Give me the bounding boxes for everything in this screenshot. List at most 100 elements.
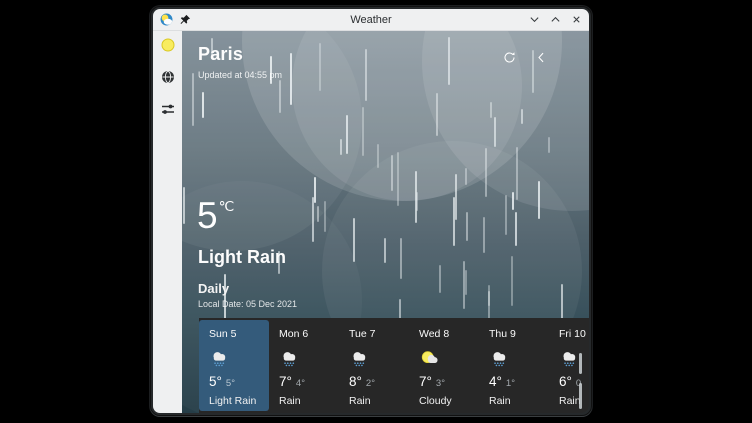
forecast-day-card[interactable]: Sun 5 5° 5° Light Rain bbox=[199, 320, 269, 411]
sidebar-item-settings[interactable] bbox=[160, 101, 176, 117]
city-name: Paris bbox=[198, 44, 243, 65]
raindrop bbox=[416, 192, 418, 211]
raindrop bbox=[365, 49, 367, 101]
raindrop bbox=[490, 102, 492, 118]
sun-cloud-icon bbox=[419, 348, 441, 370]
raindrop bbox=[453, 197, 455, 246]
forecast-day-card[interactable]: Wed 8 7° 3° Cloudy bbox=[409, 320, 479, 411]
low-temp: 5° bbox=[226, 378, 235, 389]
raindrop bbox=[505, 195, 507, 235]
raindrop bbox=[448, 37, 450, 85]
condition-label: Rain bbox=[559, 395, 589, 407]
current-temperature: 5℃ bbox=[197, 197, 233, 234]
forecast-day-card[interactable]: Tue 7 8° 2° Rain bbox=[339, 320, 409, 411]
sun-icon bbox=[161, 38, 175, 52]
weather-view: Paris Updated at 04:55 pm 5℃ bbox=[182, 31, 589, 413]
low-temp: 2° bbox=[366, 378, 375, 389]
sidebar-item-current-weather[interactable] bbox=[160, 37, 176, 53]
raindrop bbox=[465, 168, 467, 185]
raindrop bbox=[400, 238, 402, 279]
raindrop bbox=[319, 43, 321, 91]
raindrop bbox=[485, 148, 487, 197]
forecast-day-label: Sun 5 bbox=[209, 328, 269, 340]
window-title: Weather bbox=[213, 14, 529, 26]
forecast-temps: 6° 0 bbox=[559, 374, 589, 389]
raindrop bbox=[324, 201, 326, 232]
raindrop bbox=[465, 270, 467, 295]
temperature-unit: ℃ bbox=[219, 198, 235, 214]
raindrop bbox=[488, 285, 490, 306]
forecast-temps: 7° 4° bbox=[279, 374, 339, 389]
raindrop bbox=[515, 212, 517, 246]
pin-icon[interactable] bbox=[179, 14, 191, 26]
forecast-day-card[interactable]: Thu 9 4° 1° Rain bbox=[479, 320, 549, 411]
raindrop bbox=[483, 217, 485, 253]
condition-label: Cloudy bbox=[419, 395, 479, 407]
current-condition: Light Rain bbox=[198, 247, 286, 268]
weather-window: Weather bbox=[150, 6, 592, 416]
maximize-button[interactable] bbox=[549, 14, 561, 26]
raindrop bbox=[538, 181, 540, 219]
titlebar[interactable]: Weather bbox=[153, 9, 589, 31]
raindrop bbox=[439, 265, 441, 293]
raindrop bbox=[521, 109, 523, 124]
high-temp: 5° bbox=[209, 374, 222, 389]
raindrop bbox=[353, 218, 355, 262]
raindrop bbox=[377, 144, 379, 168]
rain-icon bbox=[489, 348, 511, 370]
condition-label: Light Rain bbox=[209, 395, 269, 407]
forecast-day-card[interactable]: Mon 6 7° 4° Rain bbox=[269, 320, 339, 411]
condition-label: Rain bbox=[349, 395, 409, 407]
raindrop bbox=[384, 238, 386, 263]
low-temp: 1° bbox=[506, 378, 515, 389]
forecast-temps: 4° 1° bbox=[489, 374, 549, 389]
raindrop bbox=[512, 192, 514, 210]
rain-icon bbox=[209, 348, 231, 370]
low-temp: 4° bbox=[296, 378, 305, 389]
high-temp: 6° bbox=[559, 374, 572, 389]
refresh-button[interactable] bbox=[500, 48, 518, 66]
raindrop bbox=[312, 197, 314, 242]
desktop: Weather bbox=[0, 0, 752, 423]
rain-icon bbox=[279, 348, 301, 370]
raindrop bbox=[340, 139, 342, 155]
minimize-button[interactable] bbox=[528, 14, 540, 26]
sidebar bbox=[153, 31, 182, 413]
back-button[interactable] bbox=[532, 48, 550, 66]
raindrop bbox=[466, 212, 468, 241]
raindrop bbox=[455, 174, 457, 220]
scrollbar-thumb[interactable] bbox=[579, 383, 582, 409]
forecast-day-label: Fri 10 bbox=[559, 328, 589, 340]
raindrop bbox=[511, 256, 513, 306]
raindrop bbox=[397, 152, 399, 206]
raindrop bbox=[346, 115, 348, 154]
sidebar-item-locations[interactable] bbox=[160, 69, 176, 85]
close-button[interactable] bbox=[570, 14, 582, 26]
raindrop bbox=[362, 107, 364, 156]
high-temp: 7° bbox=[279, 374, 292, 389]
kweather-logo-icon bbox=[160, 13, 173, 26]
forecast-temps: 5° 5° bbox=[209, 374, 269, 389]
rain-icon bbox=[349, 348, 371, 370]
raindrop bbox=[192, 73, 194, 126]
high-temp: 8° bbox=[349, 374, 362, 389]
globe-icon bbox=[161, 70, 175, 84]
forecast-temps: 7° 3° bbox=[419, 374, 479, 389]
raindrop bbox=[391, 155, 393, 191]
daily-forecast-strip[interactable]: Sun 5 5° 5° Light Rain Mon 6 bbox=[199, 318, 589, 413]
scrollbar-thumb[interactable] bbox=[579, 353, 582, 374]
refresh-icon bbox=[502, 50, 517, 65]
raindrop bbox=[516, 147, 518, 200]
raindrop bbox=[183, 187, 185, 224]
raindrop bbox=[290, 53, 292, 105]
condition-label: Rain bbox=[279, 395, 339, 407]
raindrop bbox=[548, 137, 550, 153]
forecast-day-label: Thu 9 bbox=[489, 328, 549, 340]
forecast-section-label: Daily bbox=[198, 281, 229, 296]
forecast-day-label: Wed 8 bbox=[419, 328, 479, 340]
low-temp: 3° bbox=[436, 378, 445, 389]
raindrop bbox=[494, 117, 496, 147]
forecast-day-label: Tue 7 bbox=[349, 328, 409, 340]
forecast-day-card[interactable]: Fri 10 6° 0 Rain bbox=[549, 320, 589, 411]
raindrop bbox=[314, 177, 316, 203]
